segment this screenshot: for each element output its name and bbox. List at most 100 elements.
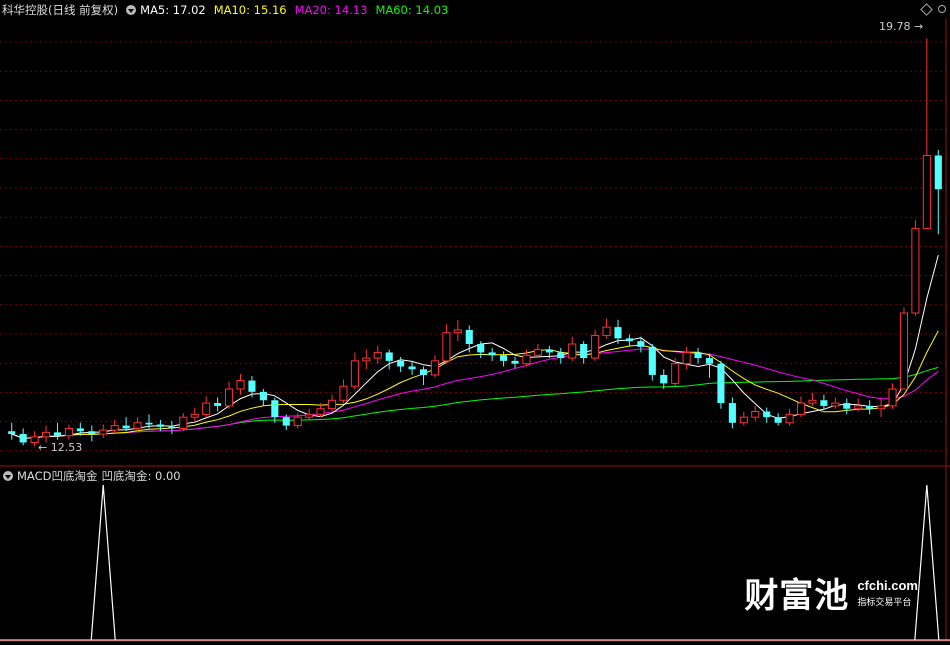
candle-down [156,424,164,427]
candle-up [888,388,897,407]
candle-down [545,349,553,353]
candle-down [728,403,736,423]
candle-down [145,422,153,425]
watermark-brand: 财富池 [744,576,850,616]
candle-up [568,343,577,359]
main-chart-header: 科华控股(日线 前复权) MA5: 17.02 MA10: 15.16 MA20… [0,1,456,19]
candle-up [854,405,863,410]
candle-up [533,349,542,356]
candle-down [934,155,942,190]
candle-up [110,425,119,431]
candle-down [53,432,62,436]
candle-up [442,332,451,362]
candle-up [64,427,73,437]
candle-up [179,416,188,429]
candle-up [362,357,371,362]
candle-down [843,403,851,409]
candle-down [76,428,84,432]
ma5-legend: MA5: 17.02 [140,3,206,17]
indicator-dropdown-icon[interactable] [3,471,13,481]
candle-up [808,399,817,404]
candle-down [511,360,519,364]
low-price-label: ← 12.53 [38,441,83,454]
candle-down [763,411,771,418]
watermark-slogan: 指标交易平台 [857,597,912,608]
candle-down [557,352,565,359]
candle-up [41,431,51,438]
candle-down [500,355,508,361]
candle-up [236,380,245,390]
candle-down [705,358,714,364]
candle-up [785,413,794,424]
candle-up [831,402,840,407]
indicator-title[interactable]: MACD凹底淘金 [17,468,97,484]
candle-up [911,228,920,314]
ma10-line [11,330,939,439]
candle-up [922,154,931,230]
candle-down [259,391,267,401]
candle-up [602,326,611,337]
candle-up [453,329,462,334]
candle-up [591,335,600,359]
candle-down [488,352,496,356]
candle-up [190,413,199,418]
candle-down [625,338,633,342]
stock-title[interactable]: 科华控股(日线 前复权) [2,2,118,18]
candle-down [397,360,405,367]
candle-up [796,402,806,415]
candle-up [522,354,531,365]
ma20-line [11,348,939,439]
candle-down [419,369,428,375]
candle-down [660,374,668,384]
candle-up [339,385,348,401]
candle-down [774,417,782,423]
candle-down [8,431,16,435]
candle-down [19,434,27,443]
candle-down [122,425,130,429]
dropdown-circle-icon[interactable] [126,5,137,15]
candle-up [751,411,760,418]
candle-down [614,327,622,339]
candle-up [202,402,211,415]
candle-down [271,400,279,418]
candle-up [430,360,440,376]
candle-up [350,360,359,387]
candle-down [694,352,702,359]
indicator-header: MACD凹底淘金 凹底淘金: 0.00 [0,467,189,485]
candle-up [99,429,108,435]
signal-spike [914,484,940,641]
candle-down [637,341,645,347]
watermark-domain: cfchi.com [857,577,918,593]
candle-down [282,417,290,426]
ma20-legend: MA20: 14.13 [294,3,368,17]
candle-down [820,400,828,406]
candle-up [293,416,302,427]
kline-chart [0,18,950,642]
candle-up [327,399,337,410]
candle-up [877,405,886,410]
indicator-value: 凹底淘金: 0.00 [101,469,181,483]
candle-down [88,431,96,435]
candle-down [648,346,656,375]
candle-up [739,416,748,424]
candle-down [477,343,485,353]
watermark: 财富池 cfchi.com 指标交易平台 [744,568,918,617]
candle-up [671,363,680,384]
candle-down [248,380,256,392]
ma60-legend: MA60: 14.03 [375,3,449,17]
close-circle-icon[interactable] [938,5,946,13]
ma10-legend: MA10: 15.16 [213,3,287,17]
candle-up [225,388,234,407]
candle-down [580,343,588,359]
candle-up [899,312,909,390]
candle-up [305,413,314,418]
candle-down [214,403,222,406]
candle-down [866,405,874,409]
candle-up [133,422,142,429]
candle-down [385,352,393,361]
candle-down [465,329,473,344]
candle-down [168,426,176,429]
candle-down [717,363,725,404]
candle-up [373,351,382,359]
candle-up [316,408,325,415]
